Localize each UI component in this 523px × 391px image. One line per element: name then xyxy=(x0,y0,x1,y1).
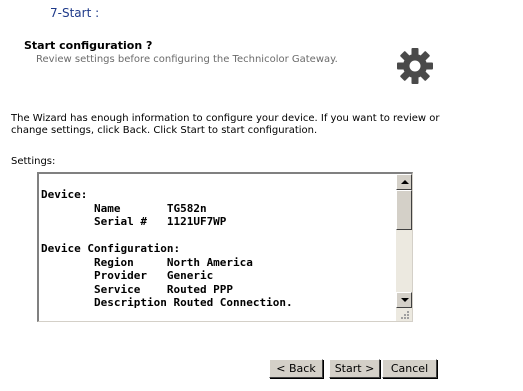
settings-textarea[interactable]: Device: Name TG582n Serial # 1121UF7WP D… xyxy=(37,172,413,322)
header-title: Start configuration ? xyxy=(24,39,153,52)
settings-label: Settings: xyxy=(11,156,56,167)
start-button[interactable]: Start > xyxy=(329,359,380,378)
resize-grip-icon[interactable] xyxy=(396,308,412,321)
arrow-up-icon xyxy=(401,180,409,184)
header-subtitle: Review settings before configuring the T… xyxy=(36,54,338,65)
scroll-up-button[interactable] xyxy=(396,174,412,190)
back-button[interactable]: < Back xyxy=(269,359,323,378)
scroll-down-button[interactable] xyxy=(396,292,412,308)
wizard-step-title: 7-Start : xyxy=(50,6,100,20)
settings-content: Device: Name TG582n Serial # 1121UF7WP D… xyxy=(41,188,293,309)
scroll-thumb[interactable] xyxy=(396,190,412,230)
cancel-button[interactable]: Cancel xyxy=(382,359,437,378)
arrow-down-icon xyxy=(401,298,409,302)
vertical-scrollbar[interactable] xyxy=(396,174,412,308)
gear-icon xyxy=(397,48,433,84)
intro-text: The Wizard has enough information to con… xyxy=(11,113,440,136)
